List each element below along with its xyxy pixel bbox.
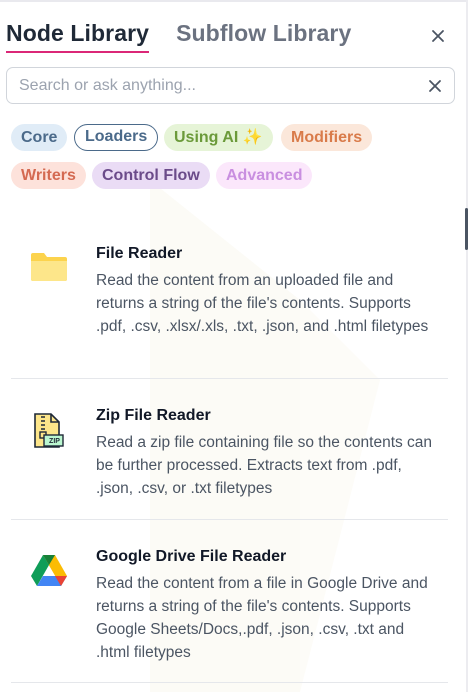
filter-chip-core[interactable]: Core — [11, 124, 68, 151]
close-icon[interactable] — [428, 26, 448, 46]
filter-chip-using-ai[interactable]: Using AI ✨ — [164, 124, 273, 151]
node-title: Google Drive File Reader — [96, 548, 287, 565]
node-title: Zip File Reader — [96, 407, 211, 424]
google-drive-icon — [31, 555, 67, 586]
node-description: Read a zip file containing file so the c… — [96, 434, 433, 497]
node-title: File Reader — [96, 245, 183, 262]
filter-chip-loaders[interactable]: Loaders — [74, 124, 159, 151]
tab-subflow-library[interactable]: Subflow Library — [176, 20, 351, 47]
top-divider — [0, 0, 468, 2]
filter-chip-writers[interactable]: Writers — [11, 162, 86, 189]
search-input[interactable] — [19, 76, 414, 96]
folder-icon — [31, 253, 67, 281]
library-tabs: Node Library Subflow Library — [6, 20, 351, 56]
search-box — [6, 67, 455, 104]
tab-node-library[interactable]: Node Library — [6, 20, 150, 53]
filter-chip-control-flow[interactable]: Control Flow — [92, 162, 210, 189]
filter-chip-advanced[interactable]: Advanced — [216, 162, 313, 189]
node-item-file-reader[interactable]: File Reader Read the content from an upl… — [11, 230, 448, 378]
node-item-zip-file-reader[interactable]: ZIP Zip File Reader Read a zip file cont… — [11, 379, 448, 519]
node-item-google-drive-file-reader[interactable]: Google Drive File Reader Read the conten… — [11, 520, 448, 682]
node-description: Read the content from a file in Google D… — [96, 575, 428, 661]
zip-badge-label: ZIP — [49, 438, 60, 445]
node-description: Read the content from an uploaded file a… — [96, 272, 429, 335]
clear-search-icon[interactable] — [427, 78, 443, 94]
divider — [11, 682, 448, 683]
filter-chip-modifiers[interactable]: Modifiers — [281, 124, 373, 151]
